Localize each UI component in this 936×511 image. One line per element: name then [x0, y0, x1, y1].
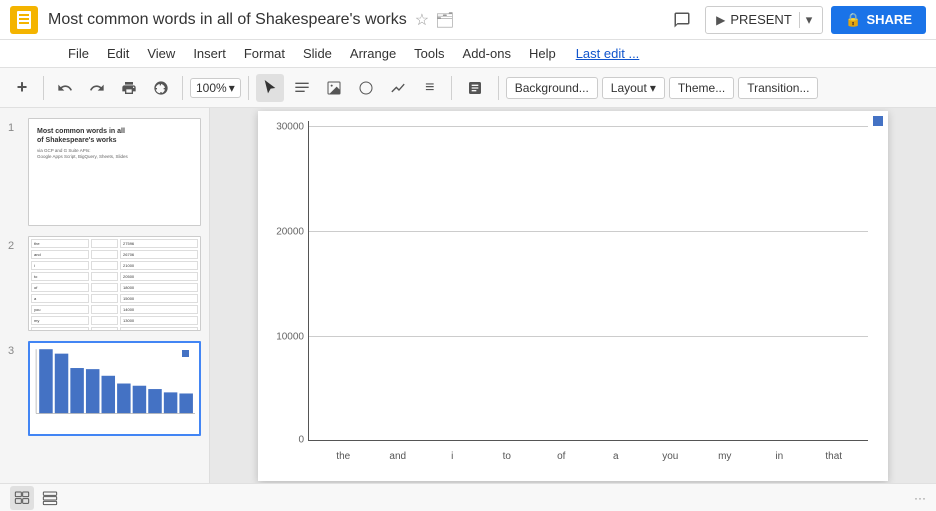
insert-image-button[interactable]	[459, 74, 491, 102]
main-area: 1 Most common words in allof Shakespeare…	[0, 108, 936, 483]
layout-button[interactable]: Layout ▾	[602, 77, 665, 99]
transition-label: Transition...	[747, 81, 809, 95]
menu-addons[interactable]: Add-ons	[455, 43, 519, 64]
menu-view[interactable]: View	[139, 43, 183, 64]
comments-button[interactable]	[667, 5, 697, 35]
app-icon-shape	[17, 11, 31, 29]
toolbar: + 100% ▾ ≡ Background... Layout ▾	[0, 68, 936, 108]
title-actions: ▶ PRESENT ▾ 🔒 SHARE	[667, 5, 926, 35]
slide-1-subtitle: via GCP and G Suite APIs:Google Apps Scr…	[37, 148, 192, 161]
share-label: SHARE	[866, 12, 912, 27]
present-label: PRESENT	[730, 12, 791, 27]
theme-label: Theme...	[678, 81, 725, 95]
x-label-in: in	[755, 451, 804, 462]
slide-item-3[interactable]: 3	[8, 341, 201, 436]
editing-area[interactable]: 30000 20000 10000 0	[210, 108, 936, 483]
x-axis-labels: the and i to of a you my in that	[319, 451, 858, 462]
title-icons: ☆ 🗂	[415, 10, 454, 30]
menu-help[interactable]: Help	[521, 43, 564, 64]
menu-arrange[interactable]: Arrange	[342, 43, 404, 64]
app-icon	[10, 6, 38, 34]
slide-thumbnail-2[interactable]: the27596 and26706 i21000 to20500 of18000…	[28, 236, 201, 331]
zoom-selector[interactable]: 100% ▾	[190, 78, 241, 98]
slide-item-2[interactable]: 2 the27596 and26706 i21000 to20500 of180…	[8, 236, 201, 331]
menu-file[interactable]: File	[60, 43, 97, 64]
slide-thumbnail-1[interactable]: Most common words in allof Shakespeare's…	[28, 118, 201, 226]
bars-container	[309, 121, 868, 440]
y-label-20000: 20000	[276, 227, 304, 238]
image-tool-button[interactable]	[320, 74, 348, 102]
cursor-button[interactable]	[147, 74, 175, 102]
slide-canvas[interactable]: 30000 20000 10000 0	[258, 111, 888, 481]
x-label-my: my	[701, 451, 750, 462]
background-label: Background...	[515, 81, 589, 95]
last-edit-link[interactable]: Last edit ...	[576, 46, 640, 61]
present-play-icon: ▶	[716, 13, 725, 27]
x-label-you: you	[646, 451, 695, 462]
document-title[interactable]: Most common words in all of Shakespeare'…	[48, 11, 407, 29]
shape-tool-button[interactable]	[352, 74, 380, 102]
x-label-a: a	[592, 451, 641, 462]
toolbar-separator-5	[498, 76, 499, 100]
title-bar: Most common words in all of Shakespeare'…	[0, 0, 936, 40]
slides-panel: 1 Most common words in allof Shakespeare…	[0, 108, 210, 483]
present-dropdown-arrow[interactable]: ▾	[799, 12, 813, 28]
y-label-30000: 30000	[276, 121, 304, 132]
app-icon-lines	[19, 14, 29, 26]
slide-thumbnail-3[interactable]	[28, 341, 201, 436]
add-slide-button[interactable]: +	[8, 74, 36, 102]
toolbar-separator-3	[248, 76, 249, 100]
menu-insert[interactable]: Insert	[185, 43, 234, 64]
slide-2-table: the27596 and26706 i21000 to20500 of18000…	[29, 237, 200, 331]
menu-bar: File Edit View Insert Format Slide Arran…	[0, 40, 936, 68]
menu-edit[interactable]: Edit	[99, 43, 137, 64]
slide-number-3: 3	[8, 345, 22, 357]
star-icon[interactable]: ☆	[415, 10, 429, 30]
slide-1-title: Most common words in allof Shakespeare's…	[37, 127, 192, 145]
chart-area: 30000 20000 10000 0	[308, 121, 868, 441]
layout-label: Layout	[611, 81, 647, 95]
x-label-that: that	[810, 451, 859, 462]
y-label-0: 0	[298, 434, 304, 445]
share-button[interactable]: 🔒 SHARE	[831, 6, 926, 34]
x-label-i: i	[428, 451, 477, 462]
transition-button[interactable]: Transition...	[738, 77, 818, 99]
slide-item-1[interactable]: 1 Most common words in allof Shakespeare…	[8, 118, 201, 226]
status-bar: ···	[0, 483, 936, 511]
chart-container: 30000 20000 10000 0	[258, 111, 888, 481]
select-tool-button[interactable]	[256, 74, 284, 102]
more-tool-button[interactable]: ≡	[416, 74, 444, 102]
line-tool-button[interactable]	[384, 74, 412, 102]
print-button[interactable]	[115, 74, 143, 102]
slide-view-controls	[10, 486, 62, 510]
layout-arrow: ▾	[650, 81, 656, 95]
toolbar-separator-2	[182, 76, 183, 100]
toolbar-separator-1	[43, 76, 44, 100]
present-button[interactable]: ▶ PRESENT ▾	[705, 6, 823, 34]
folder-icon[interactable]: 🗂	[435, 11, 454, 29]
x-label-of: of	[537, 451, 586, 462]
lock-icon: 🔒	[845, 12, 861, 28]
x-label-to: to	[483, 451, 532, 462]
expand-dots[interactable]: ···	[914, 491, 926, 505]
menu-tools[interactable]: Tools	[406, 43, 452, 64]
theme-button[interactable]: Theme...	[669, 77, 734, 99]
slide-number-1: 1	[8, 122, 22, 134]
grid-view-button[interactable]	[38, 486, 62, 510]
toolbar-separator-4	[451, 76, 452, 100]
text-box-tool-button[interactable]	[288, 74, 316, 102]
menu-slide[interactable]: Slide	[295, 43, 340, 64]
zoom-value: 100%	[196, 81, 227, 95]
redo-button[interactable]	[83, 74, 111, 102]
menu-format[interactable]: Format	[236, 43, 293, 64]
slide-number-2: 2	[8, 240, 22, 252]
zoom-arrow: ▾	[229, 81, 235, 95]
background-button[interactable]: Background...	[506, 77, 598, 99]
x-label-the: the	[319, 451, 368, 462]
slideshow-view-button[interactable]	[10, 486, 34, 510]
y-label-10000: 10000	[276, 332, 304, 343]
undo-button[interactable]	[51, 74, 79, 102]
x-label-and: and	[374, 451, 423, 462]
slide-3-mini-chart	[34, 347, 195, 430]
